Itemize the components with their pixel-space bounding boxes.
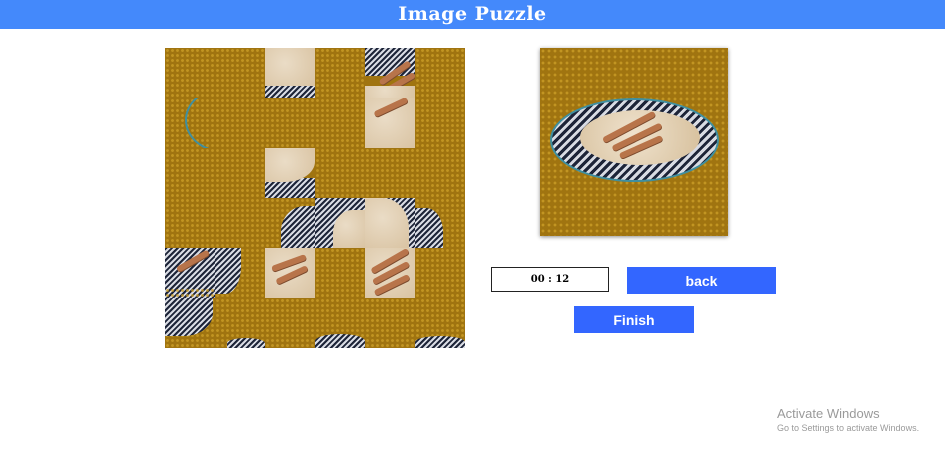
puzzle-piece[interactable]: [415, 248, 465, 298]
puzzle-piece[interactable]: [215, 248, 265, 298]
puzzle-piece[interactable]: [315, 148, 365, 198]
back-button[interactable]: back: [627, 267, 776, 294]
puzzle-piece[interactable]: [165, 48, 215, 98]
puzzle-piece[interactable]: [265, 148, 315, 198]
timer-display: 00 : 12: [491, 267, 609, 292]
puzzle-piece[interactable]: [315, 198, 365, 248]
puzzle-piece[interactable]: [365, 198, 415, 248]
reference-image: [540, 48, 728, 236]
puzzle-piece[interactable]: [265, 48, 315, 98]
puzzle-piece[interactable]: [315, 98, 365, 148]
puzzle-piece[interactable]: [215, 48, 265, 98]
puzzle-piece[interactable]: [315, 48, 365, 98]
puzzle-piece[interactable]: [415, 98, 465, 148]
puzzle-piece[interactable]: [265, 298, 315, 348]
puzzle-piece[interactable]: [365, 98, 415, 148]
puzzle-piece[interactable]: [415, 298, 465, 348]
activate-windows-title: Activate Windows: [777, 406, 880, 421]
activate-windows-subtitle: Go to Settings to activate Windows.: [777, 423, 920, 433]
puzzle-piece[interactable]: [215, 98, 265, 148]
puzzle-piece[interactable]: [265, 198, 315, 248]
puzzle-piece[interactable]: [165, 198, 215, 248]
puzzle-piece[interactable]: [415, 48, 465, 98]
puzzle-piece[interactable]: [215, 198, 265, 248]
page-title: Image Puzzle: [398, 3, 547, 25]
puzzle-piece[interactable]: [165, 248, 215, 298]
puzzle-piece[interactable]: [415, 148, 465, 198]
puzzle-piece[interactable]: [215, 298, 265, 348]
puzzle-piece[interactable]: [415, 198, 465, 248]
puzzle-piece[interactable]: [365, 248, 415, 298]
puzzle-piece[interactable]: [215, 148, 265, 198]
puzzle-piece[interactable]: [265, 248, 315, 298]
puzzle-grid: [165, 48, 465, 348]
puzzle-piece[interactable]: [265, 98, 315, 148]
puzzle-piece[interactable]: [165, 148, 215, 198]
puzzle-piece[interactable]: [165, 98, 215, 148]
finish-button[interactable]: Finish: [574, 306, 694, 333]
puzzle-piece[interactable]: [165, 298, 215, 348]
puzzle-piece[interactable]: [365, 48, 415, 98]
puzzle-piece[interactable]: [365, 298, 415, 348]
puzzle-piece[interactable]: [315, 248, 365, 298]
puzzle-piece[interactable]: [365, 148, 415, 198]
puzzle-piece[interactable]: [315, 298, 365, 348]
